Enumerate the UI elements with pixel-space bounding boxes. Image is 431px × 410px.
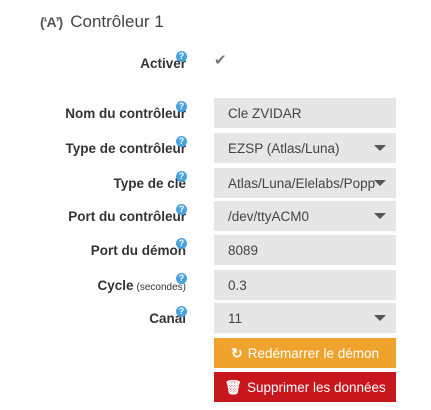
port-label: Port du contrôleur [68, 208, 186, 224]
cycle-input[interactable]: 0.3 [214, 270, 396, 300]
refresh-icon: ↻ [230, 344, 243, 361]
channel-select[interactable]: 11 [214, 303, 396, 333]
help-icon[interactable]: ? [176, 171, 187, 182]
daemon-port-input[interactable]: 8089 [214, 235, 396, 265]
port-select[interactable]: /dev/ttyACM0 [214, 201, 396, 231]
type-row: Type de contrôleur ? EZSP (Atlas/Luna) [0, 133, 431, 163]
panel-title: Contrôleur 1 [70, 12, 164, 31]
name-row: Nom du contrôleur ? Cle ZVIDAR [0, 98, 431, 128]
name-input[interactable]: Cle ZVIDAR [214, 98, 396, 128]
activate-row: Activer ? ✔ [0, 48, 431, 78]
name-label: Nom du contrôleur [65, 105, 186, 121]
type-label: Type de contrôleur [65, 140, 186, 156]
delete-data-button[interactable]: 🗑 Supprimer les données [214, 372, 396, 402]
help-icon[interactable]: ? [176, 136, 187, 147]
chevron-down-icon [374, 180, 386, 186]
chevron-down-icon [374, 315, 386, 321]
key-type-select[interactable]: Atlas/Luna/Elelabs/Popp [214, 168, 396, 198]
key-type-value: Atlas/Luna/Elelabs/Popp [228, 175, 376, 191]
key-type-label: Type de clé [113, 175, 186, 191]
port-row: Port du contrôleur ? /dev/ttyACM0 [0, 201, 431, 231]
daemon-port-label: Port du démon [90, 242, 186, 258]
cycle-label-text: Cycle [97, 277, 134, 293]
port-value: /dev/ttyACM0 [228, 208, 310, 224]
help-icon[interactable]: ? [176, 238, 187, 249]
daemon-port-row: Port du démon ? 8089 [0, 235, 431, 265]
delete-data-label: Supprimer les données [246, 379, 386, 395]
cycle-label: Cycle (secondes) [98, 270, 187, 300]
help-icon[interactable]: ? [176, 306, 187, 317]
restart-daemon-label: Redémarrer le démon [247, 345, 380, 361]
channel-row: Canal ? 11 [0, 303, 431, 333]
channel-value: 11 [228, 310, 243, 326]
chevron-down-icon [374, 145, 386, 151]
trash-icon: 🗑 [224, 378, 242, 395]
type-value: EZSP (Atlas/Luna) [228, 140, 340, 156]
cycle-row: Cycle (secondes) ? 0.3 [0, 270, 431, 300]
chevron-down-icon [374, 213, 386, 219]
restart-daemon-button[interactable]: ↻ Redémarrer le démon [214, 338, 396, 368]
panel-header: (ʻAʼ) Contrôleur 1 [40, 12, 164, 32]
activate-checkbox[interactable]: ✔ [214, 53, 228, 68]
help-icon[interactable]: ? [176, 51, 187, 62]
help-icon[interactable]: ? [176, 204, 187, 215]
help-icon[interactable]: ? [176, 273, 187, 284]
help-icon[interactable]: ? [176, 101, 187, 112]
type-select[interactable]: EZSP (Atlas/Luna) [214, 133, 396, 163]
key-type-row: Type de clé ? Atlas/Luna/Elelabs/Popp [0, 168, 431, 198]
antenna-icon: (ʻAʼ) [40, 14, 63, 30]
